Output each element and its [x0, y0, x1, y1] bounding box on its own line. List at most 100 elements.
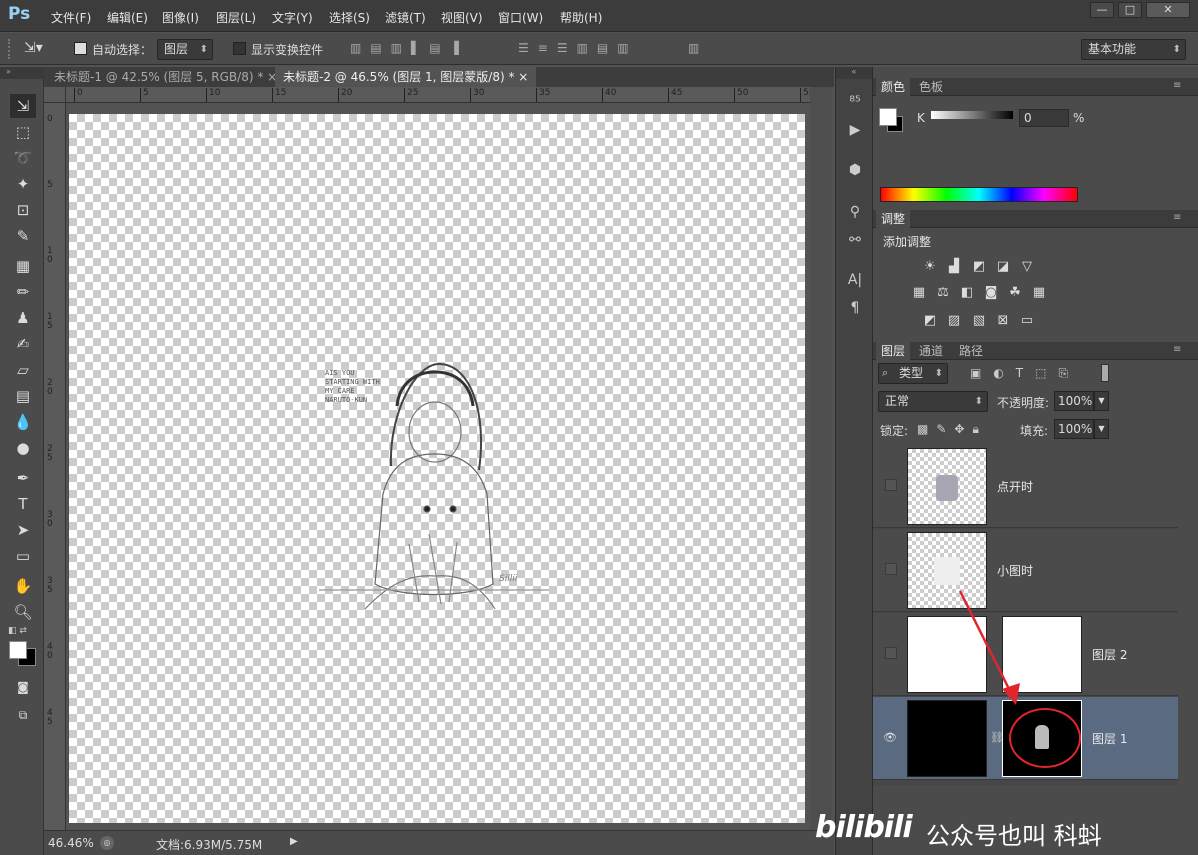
align-icons[interactable]: ▥▤▥▌▤▐: [350, 41, 468, 55]
threshold-adjust-icon[interactable]: ▧: [970, 313, 988, 329]
restore-button[interactable]: □: [1118, 2, 1142, 18]
color-value-field[interactable]: 0: [1019, 109, 1069, 127]
healing-tool-icon[interactable]: ▦: [10, 254, 36, 278]
pen-tool-icon[interactable]: ✒: [10, 466, 36, 490]
selective-color-icon[interactable]: ⊠: [994, 313, 1012, 329]
magic-wand-tool-icon[interactable]: ✦: [10, 172, 36, 196]
screen-mode-icon[interactable]: ⧉: [10, 703, 36, 727]
tab-color[interactable]: 颜色: [876, 78, 911, 96]
gradient-tool-icon[interactable]: ▤: [10, 384, 36, 408]
visibility-toggle[interactable]: [885, 563, 897, 575]
vertical-scrollbar[interactable]: [810, 87, 832, 830]
move-tool-icon[interactable]: ⇲: [10, 94, 36, 118]
filter-toggle[interactable]: [1101, 364, 1109, 382]
status-menu-arrow-icon[interactable]: ▶: [290, 836, 298, 847]
close-icon[interactable]: ×: [518, 70, 528, 84]
export-icon[interactable]: ◎: [100, 836, 114, 850]
exposure-adjust-icon[interactable]: ◪: [994, 259, 1012, 275]
crop-tool-icon[interactable]: ⊡: [10, 198, 36, 222]
3d-panel-icon[interactable]: ⬢: [844, 159, 866, 181]
eye-icon[interactable]: 👁︎: [883, 731, 897, 744]
posterize-adjust-icon[interactable]: ▨: [945, 313, 963, 329]
hue-adjust-icon[interactable]: ▦: [910, 285, 928, 301]
type-tool-icon[interactable]: T: [10, 492, 36, 516]
dock-collapse-icon[interactable]: «: [836, 67, 872, 79]
auto-select-dropdown[interactable]: 图层: [157, 39, 213, 60]
shape-tool-icon[interactable]: ▭: [10, 544, 36, 568]
color-lookup-icon[interactable]: ▦: [1030, 285, 1048, 301]
layer-row[interactable]: 点开时: [873, 445, 1178, 528]
distribute-icons[interactable]: ☰≡☰▥▤▥: [518, 41, 638, 55]
lock-icons[interactable]: ▩✎✥🔒︎: [917, 422, 987, 437]
tab-untitled-2[interactable]: 未标题-2 @ 46.5% (图层 1, 图层蒙版/8) * ×: [275, 67, 537, 87]
tab-adjustments[interactable]: 调整: [876, 210, 911, 228]
actions-panel-icon[interactable]: ▶: [844, 119, 866, 141]
bw-adjust-icon[interactable]: ◧: [958, 285, 976, 301]
hand-tool-icon[interactable]: ✋: [10, 574, 36, 598]
auto-align-icon[interactable]: ▥: [688, 41, 699, 55]
history-brush-tool-icon[interactable]: ✍: [10, 332, 36, 356]
menu-select[interactable]: 选择(S): [329, 9, 370, 26]
fill-dropdown-icon[interactable]: ▼: [1094, 419, 1109, 439]
swap-colors-icon[interactable]: ◧ ⇄: [8, 626, 27, 636]
lasso-tool-icon[interactable]: ➰: [10, 146, 36, 170]
menu-file[interactable]: 文件(F): [51, 9, 91, 26]
visibility-toggle[interactable]: [885, 479, 897, 491]
auto-select-checkbox[interactable]: [74, 42, 87, 55]
photo-filter-icon[interactable]: ◙: [982, 285, 1000, 301]
menu-type[interactable]: 文字(Y): [272, 9, 313, 26]
menu-image[interactable]: 图像(I): [162, 9, 199, 26]
brush-presets-icon[interactable]: ⚯: [844, 229, 866, 251]
tab-layers[interactable]: 图层: [876, 342, 911, 360]
history-panel-icon[interactable]: ⁸⁵: [844, 91, 866, 113]
paragraph-panel-icon[interactable]: ¶: [844, 297, 866, 319]
menu-layer[interactable]: 图层(L): [216, 9, 256, 26]
panel-menu-icon[interactable]: ≡: [1173, 344, 1181, 355]
layer-filter-dropdown[interactable]: 类型: [878, 363, 948, 384]
fill-field[interactable]: 100%: [1054, 419, 1094, 439]
brightness-adjust-icon[interactable]: ☀: [921, 259, 939, 275]
character-panel-icon[interactable]: A|: [844, 269, 866, 291]
color-fg-swatch[interactable]: [879, 108, 897, 126]
menu-edit[interactable]: 编辑(E): [107, 9, 148, 26]
tab-channels[interactable]: 通道: [914, 342, 948, 360]
marquee-tool-icon[interactable]: ⬚: [10, 120, 36, 144]
canvas-area[interactable]: AIS YOU STARTING WITH MY CARE NARUTO-KUN…: [66, 103, 810, 830]
zoom-level[interactable]: 46.46%: [48, 836, 94, 850]
color-balance-icon[interactable]: ⚖: [934, 285, 952, 301]
menu-help[interactable]: 帮助(H): [560, 9, 602, 26]
panel-menu-icon[interactable]: ≡: [1173, 212, 1181, 223]
gradient-map-icon[interactable]: ▭: [1018, 313, 1036, 329]
minimize-button[interactable]: —: [1090, 2, 1114, 18]
toolbox-collapse-icon[interactable]: »: [0, 67, 44, 79]
close-button[interactable]: ✕: [1146, 2, 1190, 18]
quick-mask-icon[interactable]: ◙: [10, 675, 36, 699]
brush-panel-icon[interactable]: ⚲: [844, 201, 866, 223]
channel-mixer-icon[interactable]: ☘: [1006, 285, 1024, 301]
blend-mode-dropdown[interactable]: 正常: [878, 391, 988, 412]
eraser-tool-icon[interactable]: ▱: [10, 358, 36, 382]
dodge-tool-icon[interactable]: ●: [10, 436, 36, 460]
menu-view[interactable]: 视图(V): [441, 9, 483, 26]
opacity-dropdown-icon[interactable]: ▼: [1094, 391, 1109, 411]
stamp-tool-icon[interactable]: ♟: [10, 306, 36, 330]
opacity-field[interactable]: 100%: [1054, 391, 1094, 411]
document-canvas[interactable]: AIS YOU STARTING WITH MY CARE NARUTO-KUN…: [69, 114, 805, 823]
eyedropper-tool-icon[interactable]: ✎: [10, 224, 36, 248]
panel-menu-icon[interactable]: ≡: [1173, 80, 1181, 91]
tab-swatches[interactable]: 色板: [914, 78, 948, 96]
color-slider[interactable]: [931, 111, 1013, 119]
tab-paths[interactable]: 路径: [954, 342, 988, 360]
filter-icons[interactable]: ▣◐T⬚⎘: [970, 366, 1080, 381]
tab-untitled-1[interactable]: 未标题-1 @ 42.5% (图层 5, RGB/8) * ×: [46, 67, 285, 87]
menu-window[interactable]: 窗口(W): [498, 9, 543, 26]
workspace-dropdown[interactable]: 基本功能: [1081, 39, 1186, 60]
vibrance-adjust-icon[interactable]: ▽: [1018, 259, 1036, 275]
curves-adjust-icon[interactable]: ◩: [970, 259, 988, 275]
color-spectrum-bar[interactable]: [880, 187, 1078, 202]
path-select-tool-icon[interactable]: ➤: [10, 518, 36, 542]
invert-adjust-icon[interactable]: ◩: [921, 313, 939, 329]
brush-tool-icon[interactable]: ✏: [10, 280, 36, 304]
menu-filter[interactable]: 滤镜(T): [385, 9, 426, 26]
move-tool-preset-icon[interactable]: ⇲▾: [24, 40, 43, 56]
